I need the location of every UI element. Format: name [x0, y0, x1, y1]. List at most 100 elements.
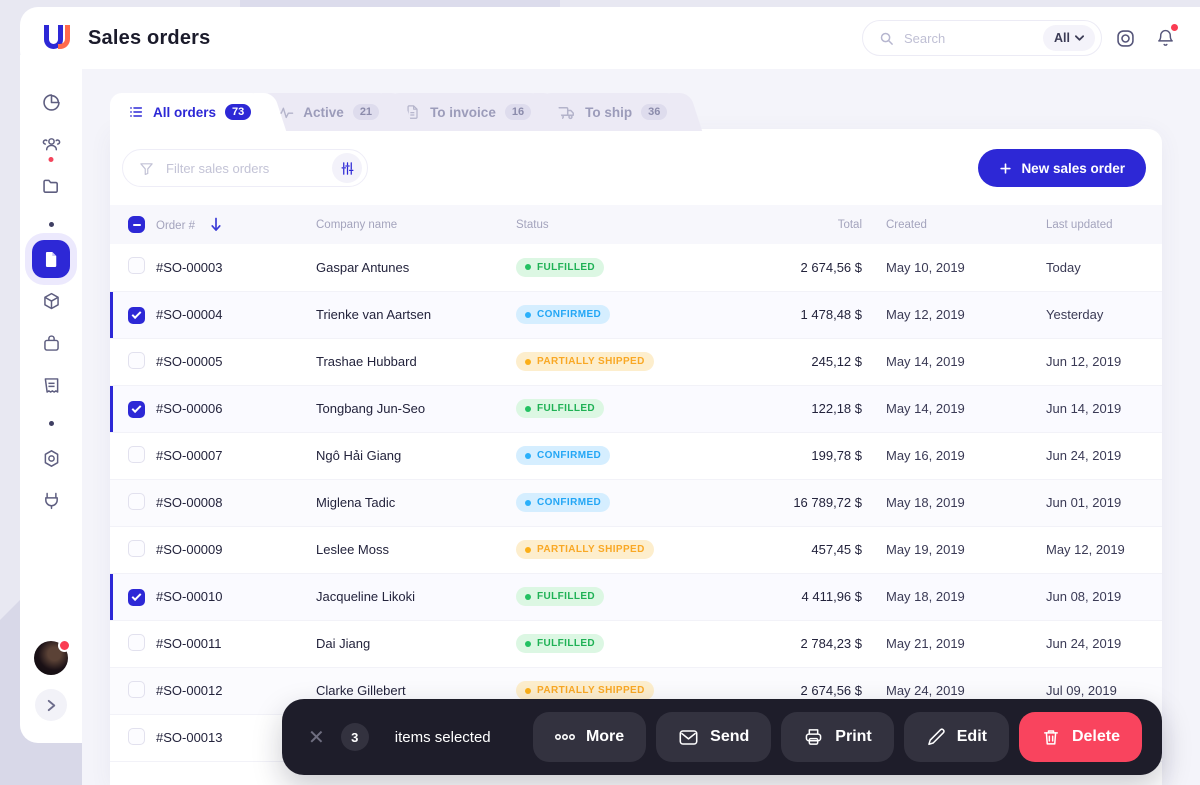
row-checkbox[interactable]	[128, 257, 145, 275]
cell-created: May 16, 2019	[886, 448, 965, 463]
avatar-status-dot	[58, 639, 71, 652]
pencil-icon	[926, 727, 946, 747]
filter-box[interactable]	[122, 149, 368, 187]
row-select-cell[interactable]	[110, 244, 156, 291]
row-checkbox[interactable]	[128, 351, 145, 369]
column-header-total[interactable]: Total	[726, 205, 886, 244]
row-checkbox[interactable]	[128, 588, 145, 606]
tab-all-orders[interactable]: All orders 73	[110, 93, 287, 131]
row-select-cell[interactable]	[110, 573, 156, 620]
table-row[interactable]: #SO-00009 Leslee Moss PARTIALLY SHIPPED …	[110, 526, 1162, 573]
column-header-order[interactable]: Order #	[156, 205, 316, 244]
orders-toolbar: New sales order	[110, 129, 1162, 205]
sidebar-item-settings[interactable]	[32, 439, 70, 477]
column-header-status[interactable]: Status	[516, 205, 726, 244]
table-row[interactable]: #SO-00003 Gaspar Antunes FULFILLED 2 674…	[110, 244, 1162, 291]
table-row[interactable]: #SO-00006 Tongbang Jun-Seo FULFILLED 122…	[110, 385, 1162, 432]
sidebar-item-analytics[interactable]	[32, 83, 70, 121]
cell-order: #SO-00003	[156, 259, 223, 275]
row-select-cell[interactable]	[110, 620, 156, 667]
select-all-checkbox[interactable]	[128, 216, 145, 233]
new-sales-order-label: New sales order	[1021, 160, 1125, 176]
new-sales-order-button[interactable]: New sales order	[978, 149, 1146, 187]
app-logo-icon	[42, 23, 72, 53]
column-header-created[interactable]: Created	[886, 205, 1046, 244]
cell-updated: Jun 24, 2019	[1046, 448, 1122, 463]
table-row[interactable]: #SO-00010 Jacqueline Likoki FULFILLED 4 …	[110, 573, 1162, 620]
more-button[interactable]: More	[532, 712, 647, 762]
search-box[interactable]: All	[862, 20, 1102, 56]
print-button[interactable]: Print	[781, 712, 894, 762]
sidebar-item-invoices[interactable]	[32, 366, 70, 404]
cell-updated: Today	[1046, 259, 1081, 275]
cell-status: CONFIRMED	[516, 432, 726, 479]
sidebar-item-customers[interactable]	[32, 125, 70, 163]
table-row[interactable]: #SO-00007 Ngô Hải Giang CONFIRMED 199,78…	[110, 432, 1162, 479]
sidebar-item-integrations[interactable]	[32, 481, 70, 519]
search-scope-label: All	[1054, 31, 1070, 45]
sort-arrow-icon[interactable]	[210, 217, 222, 232]
cell-updated: Jun 01, 2019	[1046, 495, 1122, 510]
row-checkbox[interactable]	[128, 445, 145, 463]
cell-status: PARTIALLY SHIPPED	[516, 338, 726, 385]
column-header-updated[interactable]: Last updated	[1046, 205, 1162, 244]
close-icon[interactable]: ✕	[308, 725, 325, 750]
send-button[interactable]: Send	[656, 712, 772, 762]
row-checkbox[interactable]	[128, 492, 145, 510]
row-checkbox[interactable]	[128, 727, 145, 745]
cell-company: Jacqueline Likoki	[316, 589, 416, 604]
expand-sidebar-button[interactable]	[35, 689, 67, 721]
table-row[interactable]: #SO-00004 Trienke van Aartsen CONFIRMED …	[110, 291, 1162, 338]
status-label: FULFILLED	[537, 591, 596, 602]
edit-button[interactable]: Edit	[903, 712, 1009, 762]
tab-label: Active	[303, 104, 344, 120]
bulk-action-buttons: More Send Print Edit Delete	[532, 712, 1142, 762]
table-row[interactable]: #SO-00005 Trashae Hubbard PARTIALLY SHIP…	[110, 338, 1162, 385]
sidebar-badge-dot	[48, 157, 54, 162]
search-icon	[879, 31, 894, 46]
row-select-cell[interactable]	[110, 479, 156, 526]
search-input[interactable]	[904, 30, 1024, 46]
filter-input[interactable]	[166, 160, 306, 176]
sidebar-item-sales-orders[interactable]	[32, 240, 70, 278]
cell-created: May 14, 2019	[886, 401, 965, 416]
help-button[interactable]	[1108, 21, 1142, 55]
row-checkbox[interactable]	[128, 539, 145, 557]
row-checkbox[interactable]	[128, 633, 145, 651]
avatar[interactable]	[34, 639, 71, 675]
list-icon	[128, 104, 144, 120]
sidebar-item-products[interactable]	[32, 282, 70, 320]
table-row[interactable]: #SO-00011 Dai Jiang FULFILLED 2 784,23 $…	[110, 620, 1162, 667]
column-header-company[interactable]: Company name	[316, 205, 516, 244]
status-badge: FULFILLED	[516, 634, 605, 653]
tab-count-badge: 21	[352, 104, 380, 120]
cell-created: May 12, 2019	[886, 307, 965, 322]
search-scope-dropdown[interactable]: All	[1043, 25, 1095, 51]
row-select-cell[interactable]	[110, 667, 156, 714]
table-row[interactable]: #SO-00008 Miglena Tadic CONFIRMED 16 789…	[110, 479, 1162, 526]
select-all-header[interactable]	[110, 205, 156, 244]
cell-company: Dai Jiang	[316, 636, 371, 651]
cell-status: FULFILLED	[516, 620, 726, 667]
row-select-cell[interactable]	[110, 338, 156, 385]
row-checkbox[interactable]	[128, 680, 145, 698]
cell-updated: Jun 14, 2019	[1046, 401, 1122, 416]
cell-updated: Jun 08, 2019	[1046, 589, 1122, 604]
row-select-cell[interactable]	[110, 432, 156, 479]
cell-company: Tongbang Jun-Seo	[316, 401, 426, 416]
filter-settings-button[interactable]	[332, 153, 362, 183]
brand: Sales orders	[42, 23, 210, 53]
row-select-cell[interactable]	[110, 291, 156, 338]
table-header-row: Order # Company name Status Total Create…	[110, 205, 1162, 244]
notifications-button[interactable]	[1148, 21, 1182, 55]
cell-order: #SO-00007	[156, 448, 223, 463]
row-checkbox[interactable]	[128, 306, 145, 324]
row-select-cell[interactable]	[110, 385, 156, 432]
row-select-cell[interactable]	[110, 526, 156, 573]
row-select-cell[interactable]	[110, 714, 156, 761]
sidebar-item-purchases[interactable]	[32, 324, 70, 362]
row-checkbox[interactable]	[128, 400, 145, 418]
tab-label: To invoice	[430, 104, 496, 120]
sidebar-item-projects[interactable]	[32, 167, 70, 205]
delete-button[interactable]: Delete	[1018, 712, 1142, 762]
